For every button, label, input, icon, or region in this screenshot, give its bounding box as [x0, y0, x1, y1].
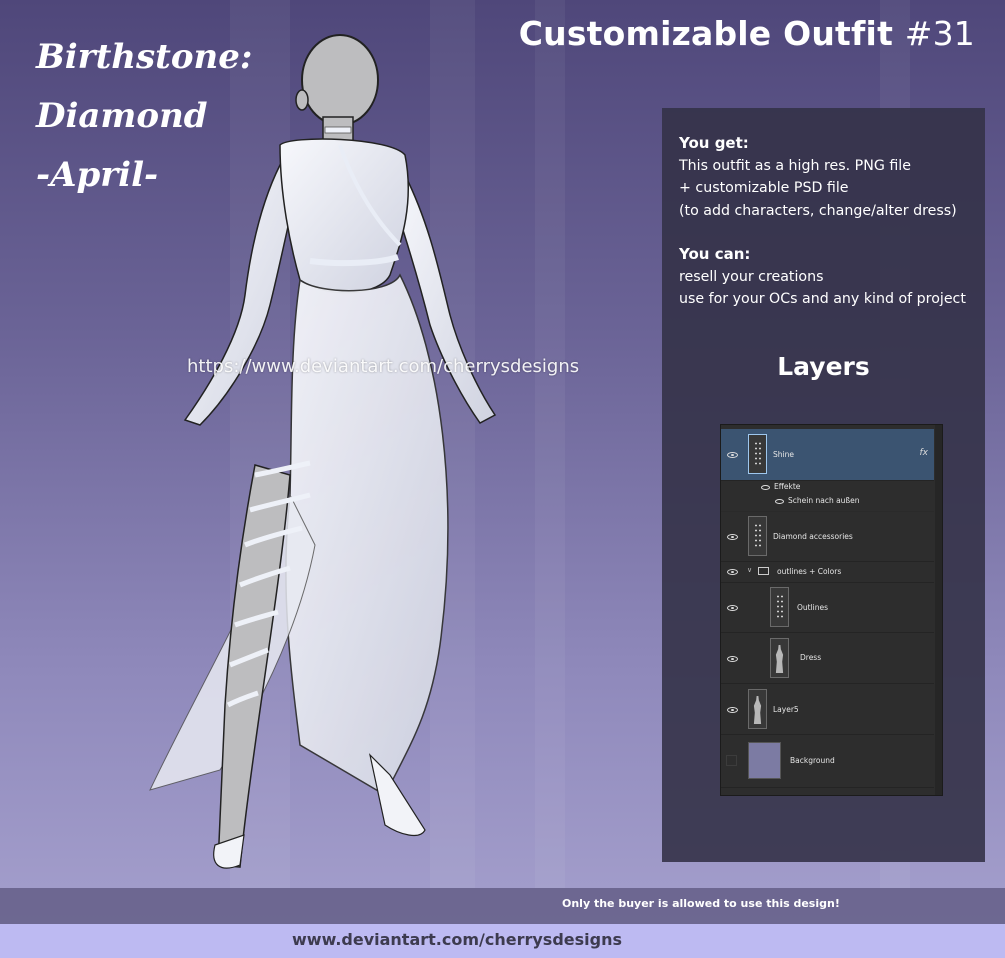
- layer-name: outlines + Colors: [777, 567, 842, 576]
- layer-row-shine[interactable]: Shine fx: [721, 429, 934, 481]
- eye-icon[interactable]: [727, 534, 738, 540]
- layers-scrollbar[interactable]: [935, 425, 942, 795]
- layer-row-diamond-accessories[interactable]: Diamond accessories: [721, 512, 934, 562]
- layer-row-dress[interactable]: Dress: [721, 633, 934, 684]
- layer-name: Outlines: [797, 603, 829, 612]
- figure-thumbnail: [748, 689, 767, 729]
- info-text: You get: This outfit as a high res. PNG …: [679, 132, 979, 311]
- shoe: [213, 834, 245, 869]
- outfit-illustration: [149, 34, 497, 869]
- layers-title: Layers: [777, 352, 870, 381]
- usage-note: Only the buyer is allowed to use this de…: [562, 897, 840, 910]
- fx-icon[interactable]: fx: [920, 448, 929, 458]
- layer-name: Layer5: [773, 705, 799, 714]
- outfit-number: #31: [904, 14, 975, 53]
- chevron-down-icon[interactable]: ∨: [747, 566, 752, 574]
- layer-row-layer5[interactable]: Layer5: [721, 684, 934, 735]
- layer-name: Shine: [773, 450, 794, 459]
- dress-bodice: [279, 138, 410, 294]
- you-get-line: + customizable PSD file: [679, 180, 849, 196]
- layer-name: Diamond accessories: [773, 532, 853, 541]
- you-can-line: use for your OCs and any kind of project: [679, 291, 966, 307]
- color-thumbnail: [748, 742, 781, 779]
- eye-icon[interactable]: [727, 656, 738, 662]
- left-leg: [217, 464, 291, 868]
- layer-name: Dress: [800, 653, 822, 662]
- effect-name: Schein nach außen: [788, 496, 860, 505]
- dots-thumbnail: [770, 587, 789, 627]
- eye-icon[interactable]: [727, 605, 738, 611]
- layers-panel: Shine fx Effekte Schein nach außen Diamo…: [720, 424, 943, 796]
- figure-thumbnail: [770, 638, 789, 678]
- eye-icon[interactable]: [727, 452, 738, 458]
- you-get-line: (to add characters, change/alter dress): [679, 202, 957, 219]
- eye-icon[interactable]: [727, 707, 738, 713]
- you-can-line: resell your creations: [679, 268, 824, 285]
- watermark-url: https://www.deviantart.com/cherrysdesign…: [187, 356, 580, 377]
- you-can-heading: You can:: [679, 245, 751, 263]
- footer-band: Only the buyer is allowed to use this de…: [0, 888, 1005, 924]
- you-get-line: This outfit as a high res. PNG file: [679, 157, 911, 174]
- layer-row-folder[interactable]: ∨ outlines + Colors: [721, 562, 934, 583]
- left-glove: [183, 163, 301, 426]
- eye-icon[interactable]: [761, 485, 770, 490]
- eye-icon[interactable]: [775, 499, 784, 504]
- info-panel: You get: This outfit as a high res. PNG …: [662, 108, 985, 862]
- title-text: Customizable Outfit: [518, 14, 894, 53]
- background-stripe: [535, 0, 565, 888]
- you-get-heading: You get:: [679, 134, 749, 152]
- eye-icon[interactable]: [727, 569, 738, 575]
- layer-effects: Effekte Schein nach außen: [721, 481, 934, 512]
- footer-url[interactable]: www.deviantart.com/cherrysdesigns: [292, 930, 622, 949]
- visibility-toggle[interactable]: [726, 755, 737, 766]
- layer-row-outlines[interactable]: Outlines: [721, 583, 934, 633]
- dots-thumbnail: [748, 516, 767, 556]
- page-title: Customizable Outfit #31: [519, 14, 975, 53]
- effects-label: Effekte: [774, 482, 801, 491]
- folder-icon: [758, 567, 769, 575]
- bottom-band: www.deviantart.com/cherrysdesigns: [0, 924, 1005, 958]
- layer-name: Background: [790, 756, 835, 765]
- layer-row-background[interactable]: Background: [721, 735, 934, 788]
- mannequin-head: [301, 34, 379, 126]
- figure-thumbnail: [748, 434, 767, 474]
